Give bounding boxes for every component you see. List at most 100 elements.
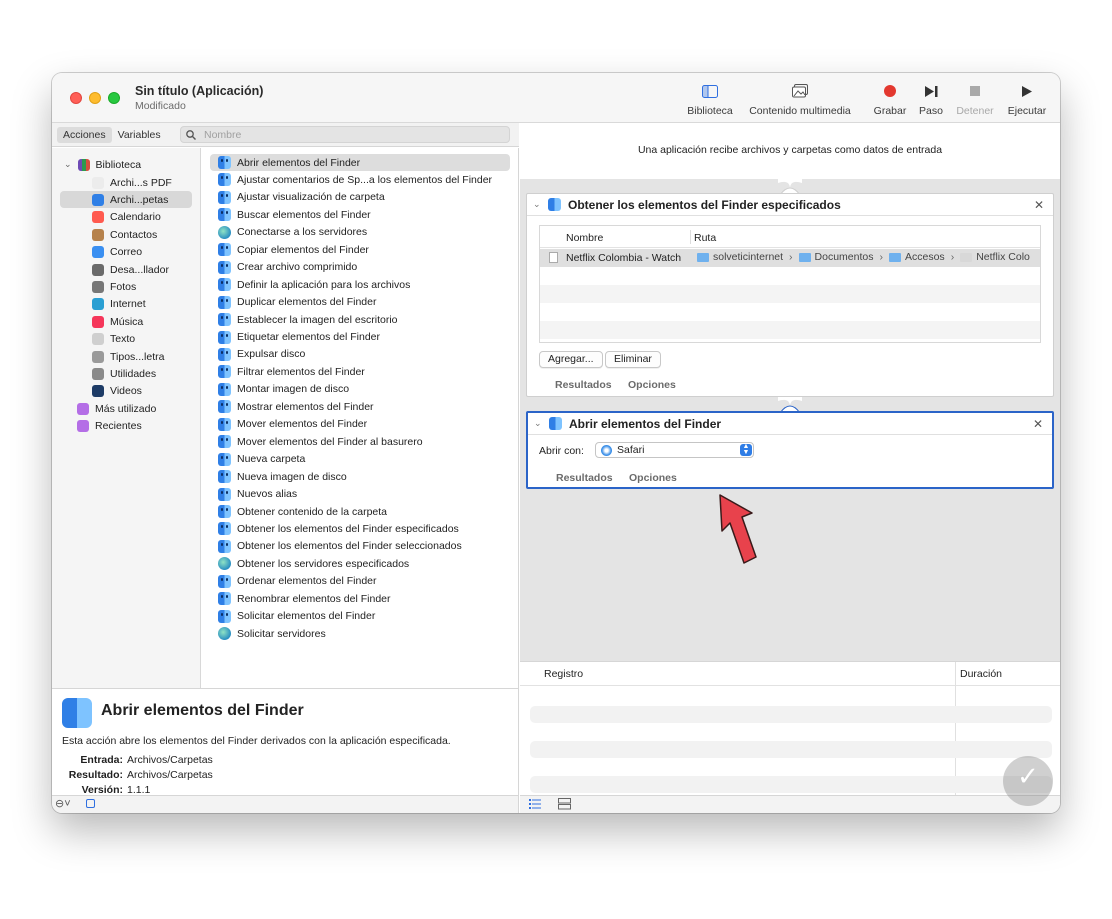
column-duration[interactable]: Duración <box>960 668 1002 680</box>
music-icon <box>92 315 104 328</box>
zoom-window-button[interactable] <box>108 92 120 104</box>
action-item[interactable]: Solicitar servidores <box>210 625 510 642</box>
sidebar-item-label: Música <box>110 315 144 328</box>
results-toggle[interactable]: Resultados <box>555 379 612 391</box>
popup-stepper-icon: ▲ ▼ <box>740 443 752 456</box>
sidebar-item-4[interactable]: Contactos <box>52 226 201 243</box>
remove-button[interactable]: Eliminar <box>605 351 661 368</box>
search-input[interactable] <box>202 127 492 142</box>
sidebar-item-2[interactable]: Archi...petas <box>60 191 192 209</box>
close-icon[interactable]: ✕ <box>1033 417 1043 431</box>
finder-icon <box>218 278 231 292</box>
options-toggle[interactable]: Opciones <box>629 472 677 484</box>
finder-icon <box>218 173 231 187</box>
action-item[interactable]: Buscar elementos del Finder <box>210 206 510 223</box>
action-item[interactable]: Solicitar elementos del Finder <box>210 608 510 625</box>
run-toolbar-button[interactable]: Ejecutar <box>1004 81 1050 117</box>
action-item[interactable]: Ordenar elementos del Finder <box>210 573 510 590</box>
action-item[interactable]: Ajustar comentarios de Sp...a los elemen… <box>210 171 510 188</box>
media-toolbar-button[interactable]: Contenido multimedia <box>746 81 854 117</box>
library-toolbar-button[interactable]: Biblioteca <box>682 81 738 117</box>
sidebar-item-12[interactable]: Utilidades <box>52 365 201 382</box>
sidebar-item-5[interactable]: Correo <box>52 244 201 261</box>
sidebar-item-label: Contactos <box>110 228 158 241</box>
result-label: Resultado: <box>68 769 123 781</box>
action-item[interactable]: Nueva imagen de disco <box>210 468 510 485</box>
sidebar-item-13[interactable]: Videos <box>52 383 201 400</box>
action-item-label: Copiar elementos del Finder <box>237 243 369 256</box>
watermark-logo: ✓ <box>1003 756 1053 806</box>
search-field[interactable] <box>180 126 510 143</box>
sidebar-item-7[interactable]: Fotos <box>52 278 201 295</box>
action-item[interactable]: Duplicar elementos del Finder <box>210 294 510 311</box>
list-view-icon[interactable] <box>529 799 541 809</box>
sidebar-item-3[interactable]: Calendario <box>52 209 201 226</box>
sidebar-item-10[interactable]: Texto <box>52 331 201 348</box>
column-path[interactable]: Ruta <box>694 232 716 244</box>
collapse-chevron-icon[interactable]: ⌄ <box>533 199 541 210</box>
column-log[interactable]: Registro <box>544 668 583 680</box>
close-window-button[interactable] <box>70 92 82 104</box>
action-item[interactable]: Obtener contenido de la carpeta <box>210 503 510 520</box>
description-toggle-icon[interactable] <box>86 799 95 808</box>
action-item[interactable]: Conectarse a los servidores <box>210 224 510 241</box>
chevron-right-icon: › <box>950 251 955 263</box>
action-item-label: Obtener los elementos del Finder especif… <box>237 522 459 535</box>
action-item[interactable]: Crear archivo comprimido <box>210 259 510 276</box>
add-button[interactable]: Agregar... <box>539 351 603 368</box>
stop-toolbar-button[interactable]: Detener <box>953 81 997 117</box>
sidebar-item-1[interactable]: Archi...s PDF <box>52 174 201 191</box>
sidebar-item-15[interactable]: Recientes <box>52 418 201 435</box>
action-item[interactable]: Etiquetar elementos del Finder <box>210 329 510 346</box>
action-item[interactable]: Abrir elementos del Finder <box>210 154 510 171</box>
action-item[interactable]: Obtener los servidores especificados <box>210 555 510 572</box>
library-root[interactable]: ⌄ Biblioteca <box>52 156 201 173</box>
open-with-popup[interactable]: Safari ▲ ▼ <box>595 442 754 458</box>
minimize-window-button[interactable] <box>89 92 101 104</box>
action-item-label: Renombrar elementos del Finder <box>237 592 391 605</box>
collapse-chevron-icon[interactable]: ⌄ <box>534 418 542 429</box>
sidebar-item-11[interactable]: Tipos...letra <box>52 348 201 365</box>
action-item[interactable]: Definir la aplicación para los archivos <box>210 276 510 293</box>
options-toggle[interactable]: Opciones <box>628 379 676 391</box>
column-name[interactable]: Nombre <box>566 232 603 244</box>
open-with-label: Abrir con: <box>539 445 584 457</box>
sidebar-item-9[interactable]: Música <box>52 313 201 330</box>
more-options-icon[interactable]: ⊖˅ <box>55 797 71 810</box>
finder-icon <box>218 190 231 204</box>
close-icon[interactable]: ✕ <box>1034 198 1044 212</box>
sidebar-item-14[interactable]: Más utilizado <box>52 400 201 417</box>
action-description: Abrir elementos del Finder Esta acción a… <box>52 688 519 796</box>
tab-variables[interactable]: Variables <box>112 127 167 143</box>
record-icon <box>884 85 896 97</box>
step-toolbar-button[interactable]: Paso <box>916 81 946 117</box>
action-item[interactable]: Renombrar elementos del Finder <box>210 590 510 607</box>
action-item[interactable]: Filtrar elementos del Finder <box>210 363 510 380</box>
action-item[interactable]: Ajustar visualización de carpeta <box>210 189 510 206</box>
sidebar-item-6[interactable]: Desa...llador <box>52 261 201 278</box>
action-item[interactable]: Mover elementos del Finder al basurero <box>210 433 510 450</box>
finder-icon <box>218 260 231 274</box>
action-item[interactable]: Obtener los elementos del Finder selecci… <box>210 538 510 555</box>
path-segment: Netflix Colo <box>976 251 1030 263</box>
action-item[interactable]: Mostrar elementos del Finder <box>210 398 510 415</box>
action-item[interactable]: Nuevos alias <box>210 486 510 503</box>
table-row[interactable]: Netflix Colombia - Watch solveticinterne… <box>540 249 1040 267</box>
action-item[interactable]: Mover elementos del Finder <box>210 416 510 433</box>
action-item[interactable]: Obtener los elementos del Finder especif… <box>210 520 510 537</box>
record-toolbar-button[interactable]: Grabar <box>870 81 910 117</box>
sidebar-item-label: Archi...s PDF <box>110 176 172 189</box>
action-item[interactable]: Nueva carpeta <box>210 451 510 468</box>
action-item-label: Solicitar elementos del Finder <box>237 610 376 623</box>
tab-actions[interactable]: Acciones <box>57 127 112 143</box>
finder-items-table: Nombre Ruta Netflix Colombia - Watch sol… <box>539 225 1041 343</box>
action-item[interactable]: Montar imagen de disco <box>210 381 510 398</box>
finder-icon <box>218 295 231 309</box>
flow-view-icon[interactable] <box>558 798 571 810</box>
sidebar-icon <box>702 84 718 98</box>
action-item[interactable]: Expulsar disco <box>210 346 510 363</box>
sidebar-item-8[interactable]: Internet <box>52 296 201 313</box>
action-item[interactable]: Establecer la imagen del escritorio <box>210 311 510 328</box>
action-item[interactable]: Copiar elementos del Finder <box>210 241 510 258</box>
results-toggle[interactable]: Resultados <box>556 472 613 484</box>
